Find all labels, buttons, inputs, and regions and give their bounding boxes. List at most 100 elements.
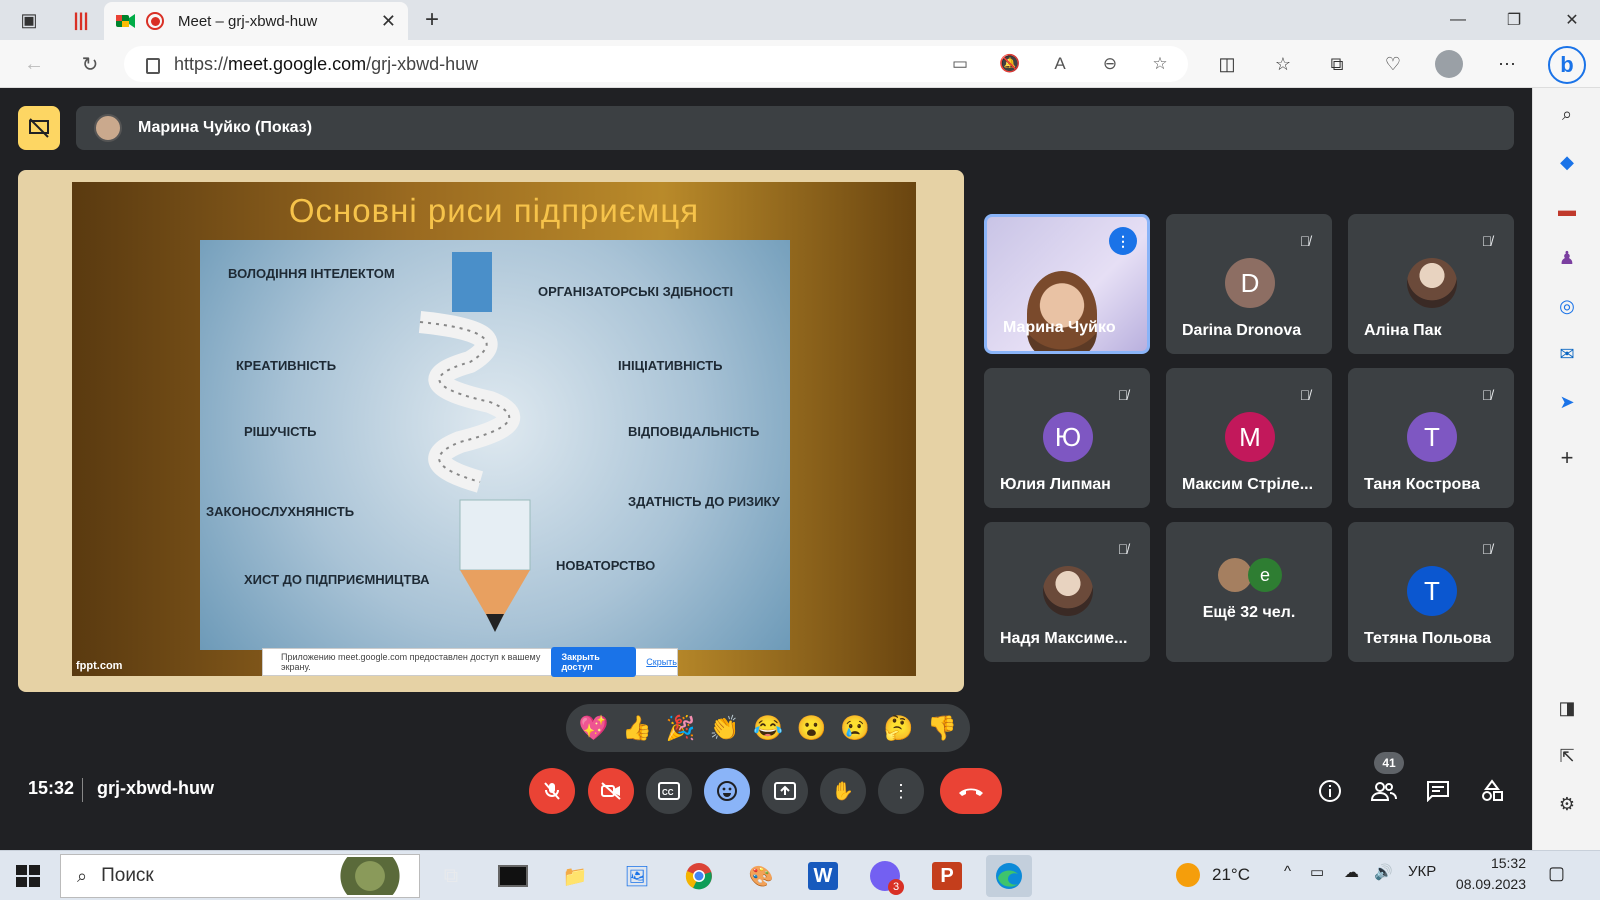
games-icon[interactable]: ♟ bbox=[1551, 242, 1583, 274]
captions-button[interactable]: CC bbox=[646, 768, 692, 814]
viber-app-icon[interactable]: 3 bbox=[862, 855, 908, 897]
terminal-app-icon[interactable] bbox=[490, 855, 536, 897]
notifications-icon[interactable]: ▢ bbox=[1548, 863, 1565, 884]
taskbar-time[interactable]: 15:32 bbox=[1462, 855, 1526, 871]
open-external-icon[interactable]: ⇱ bbox=[1551, 740, 1583, 772]
drop-icon[interactable]: ➤ bbox=[1551, 386, 1583, 418]
notifications-blocked-icon[interactable]: 🔕 bbox=[994, 48, 1026, 80]
new-tab-button[interactable]: + bbox=[416, 4, 448, 36]
reaction-clap[interactable]: 👏 bbox=[704, 714, 744, 743]
minimize-button[interactable]: — bbox=[1430, 0, 1486, 40]
meeting-details-button[interactable] bbox=[1310, 770, 1350, 812]
share-notice-text: Приложению meet.google.com предоставлен … bbox=[281, 652, 541, 672]
browser-essentials-icon[interactable]: ♡ bbox=[1376, 48, 1410, 80]
search-icon[interactable]: ⌕ bbox=[1551, 98, 1583, 130]
close-tab-icon[interactable]: ✕ bbox=[381, 11, 396, 32]
zoom-out-icon[interactable]: ⊖ bbox=[1094, 48, 1126, 80]
back-arrow-icon[interactable]: ← bbox=[18, 48, 50, 80]
screen-share-off-icon bbox=[29, 118, 49, 138]
chat-button[interactable] bbox=[1418, 770, 1458, 812]
people-button[interactable] bbox=[1364, 770, 1404, 812]
more-menu-icon[interactable]: ⋯ bbox=[1490, 48, 1524, 80]
hide-sidebar-icon[interactable]: ◨ bbox=[1551, 692, 1583, 724]
raise-hand-button[interactable]: ✋ bbox=[820, 768, 866, 814]
chrome-app-icon[interactable] bbox=[676, 855, 722, 897]
participant-tile[interactable]: 🎙̸ D Darina Dronova bbox=[1166, 214, 1332, 354]
input-language[interactable]: УКР bbox=[1408, 863, 1436, 880]
stop-presenting-button[interactable] bbox=[18, 106, 60, 150]
task-view-icon[interactable]: ⧉ bbox=[428, 855, 474, 897]
participant-tile[interactable]: 🎙̸ Надя Максиме... bbox=[984, 522, 1150, 662]
mic-off-icon: 🎙̸ bbox=[1117, 387, 1129, 403]
present-screen-button[interactable] bbox=[762, 768, 808, 814]
participant-avatar bbox=[1407, 258, 1457, 308]
tools-icon[interactable]: ▬ bbox=[1551, 194, 1583, 226]
taskbar-date[interactable]: 08.09.2023 bbox=[1436, 876, 1526, 892]
favorite-star-icon[interactable]: ☆ bbox=[1144, 48, 1176, 80]
reactions-button[interactable] bbox=[704, 768, 750, 814]
split-screen-icon[interactable]: ◫ bbox=[1210, 48, 1244, 80]
camera-toggle-button[interactable] bbox=[588, 768, 634, 814]
url-field[interactable]: https://meet.google.com/grj-xbwd-huw bbox=[124, 46, 1188, 82]
photos-app-icon[interactable]: 🖼 bbox=[614, 855, 660, 897]
reaction-heart[interactable]: 💖 bbox=[574, 714, 614, 743]
battery-icon[interactable]: ▭ bbox=[1310, 863, 1324, 881]
reaction-thinking[interactable]: 🤔 bbox=[879, 714, 919, 743]
slide-label: НОВАТОРСТВО bbox=[556, 558, 656, 573]
participant-name: Darina Dronova bbox=[1182, 322, 1302, 339]
edge-app-icon[interactable] bbox=[986, 855, 1032, 897]
reaction-sad[interactable]: 😢 bbox=[835, 714, 875, 743]
mic-toggle-button[interactable] bbox=[529, 768, 575, 814]
participant-tile[interactable]: 🎙̸ Аліна Пак bbox=[1348, 214, 1514, 354]
window-close-button[interactable]: ✕ bbox=[1544, 0, 1600, 40]
profile-avatar[interactable] bbox=[1432, 48, 1466, 80]
activities-button[interactable] bbox=[1472, 770, 1512, 812]
outlook-icon[interactable]: ✉ bbox=[1551, 338, 1583, 370]
tab-actions-icon[interactable]: ▣ bbox=[6, 0, 52, 40]
participant-tile[interactable]: 🎙̸ Ю Юлия Липман bbox=[984, 368, 1150, 508]
participant-tile[interactable]: 🎙̸ T Тетяна Польова bbox=[1348, 522, 1514, 662]
read-aloud-icon[interactable]: A bbox=[1044, 48, 1076, 80]
slide-label: ХИСТ ДО ПІДПРИЄМНИЦТВА bbox=[244, 572, 430, 587]
hide-notice-link[interactable]: Скрыть bbox=[646, 657, 677, 667]
file-explorer-icon[interactable]: 📁 bbox=[552, 855, 598, 897]
reaction-surprised[interactable]: 😮 bbox=[792, 714, 832, 743]
weather-widget[interactable]: 21°C bbox=[1176, 863, 1250, 887]
slide-label: РІШУЧІСТЬ bbox=[244, 424, 317, 439]
microsoft365-icon[interactable]: ◎ bbox=[1551, 290, 1583, 322]
more-options-button[interactable]: ⋮ bbox=[878, 768, 924, 814]
paint-app-icon[interactable]: 🎨 bbox=[738, 855, 784, 897]
windows-taskbar: ⌕ Поиск ⧉ 📁 🖼 🎨 W 3 P 21°C ^ ▭ ☁ 🔊 УКР 1… bbox=[0, 850, 1600, 900]
favorites-icon[interactable]: ☆ bbox=[1266, 48, 1300, 80]
shopping-icon[interactable]: ◆ bbox=[1551, 146, 1583, 178]
participant-tile[interactable]: 🎙̸ M Максим Стріле... bbox=[1166, 368, 1332, 508]
slide-label: ІНІЦІАТИВНІСТЬ bbox=[618, 358, 723, 373]
collections-icon[interactable]: ⧉ bbox=[1320, 48, 1354, 80]
browser-tab-meet[interactable]: Meet – grj-xbwd-huw ✕ bbox=[104, 2, 408, 40]
taskbar-search[interactable]: ⌕ Поиск bbox=[60, 854, 420, 898]
reaction-party[interactable]: 🎉 bbox=[661, 714, 701, 743]
tray-overflow-chevron-icon[interactable]: ^ bbox=[1284, 863, 1291, 880]
restore-button[interactable]: ❐ bbox=[1486, 0, 1542, 40]
stop-sharing-button[interactable]: Закрыть доступ bbox=[551, 647, 637, 677]
reaction-thumbs-down[interactable]: 👎 bbox=[922, 714, 962, 743]
volume-icon[interactable]: 🔊 bbox=[1374, 863, 1393, 881]
start-button[interactable] bbox=[10, 859, 46, 893]
participant-tile[interactable]: ⋮ Марина Чуйко bbox=[984, 214, 1150, 354]
refresh-icon[interactable]: ↻ bbox=[74, 48, 106, 80]
copilot-icon[interactable]: b bbox=[1548, 46, 1586, 84]
camera-in-use-icon[interactable]: ▭ bbox=[944, 48, 976, 80]
more-participants-tile[interactable]: e Ещё 32 чел. bbox=[1166, 522, 1332, 662]
settings-gear-icon[interactable]: ⚙ bbox=[1551, 788, 1583, 820]
powerpoint-app-icon[interactable]: P bbox=[924, 855, 970, 897]
lock-icon bbox=[146, 58, 160, 74]
onedrive-cloud-icon[interactable]: ☁ bbox=[1344, 863, 1359, 881]
mic-off-icon: 🎙̸ bbox=[1481, 387, 1493, 403]
reaction-thumbs-up[interactable]: 👍 bbox=[617, 714, 657, 743]
participant-tile[interactable]: 🎙̸ T Таня Кострова bbox=[1348, 368, 1514, 508]
pinned-tab-icon[interactable]: ||| bbox=[58, 0, 104, 40]
word-app-icon[interactable]: W bbox=[800, 855, 846, 897]
leave-call-button[interactable] bbox=[940, 768, 1002, 814]
reaction-laugh[interactable]: 😂 bbox=[748, 714, 788, 743]
add-sidebar-app-icon[interactable]: + bbox=[1551, 442, 1583, 474]
